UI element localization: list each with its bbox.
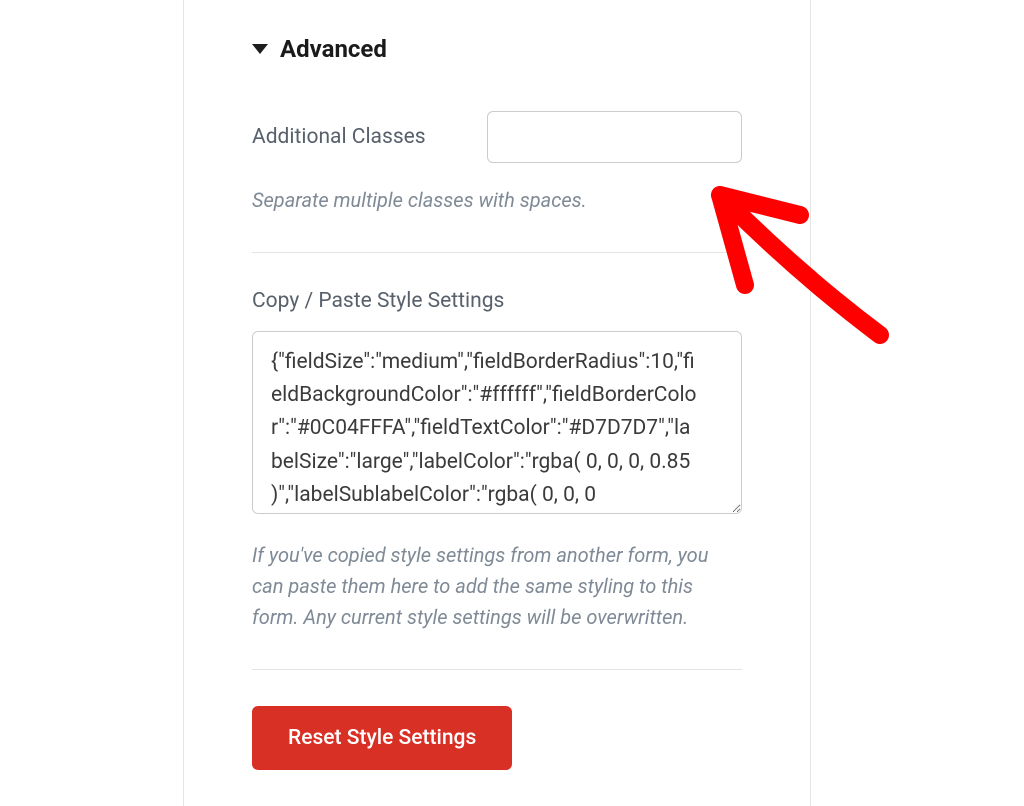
additional-classes-label: Additional Classes: [252, 125, 426, 149]
style-settings-textarea[interactable]: {"fieldSize":"medium","fieldBorderRadius…: [252, 331, 742, 514]
reset-style-settings-button[interactable]: Reset Style Settings: [252, 706, 512, 770]
divider-2: [252, 669, 742, 670]
advanced-accordion-toggle[interactable]: Advanced: [252, 35, 742, 63]
divider: [252, 252, 742, 253]
accordion-title: Advanced: [280, 35, 387, 63]
additional-classes-row: Additional Classes: [252, 111, 742, 163]
additional-classes-input[interactable]: [487, 111, 742, 163]
additional-classes-help: Separate multiple classes with spaces.: [252, 185, 742, 216]
settings-panel: Advanced Additional Classes Separate mul…: [183, 0, 811, 806]
caret-down-icon: [252, 44, 268, 54]
style-settings-help: If you've copied style settings from ano…: [252, 540, 742, 633]
style-settings-label: Copy / Paste Style Settings: [252, 289, 742, 313]
